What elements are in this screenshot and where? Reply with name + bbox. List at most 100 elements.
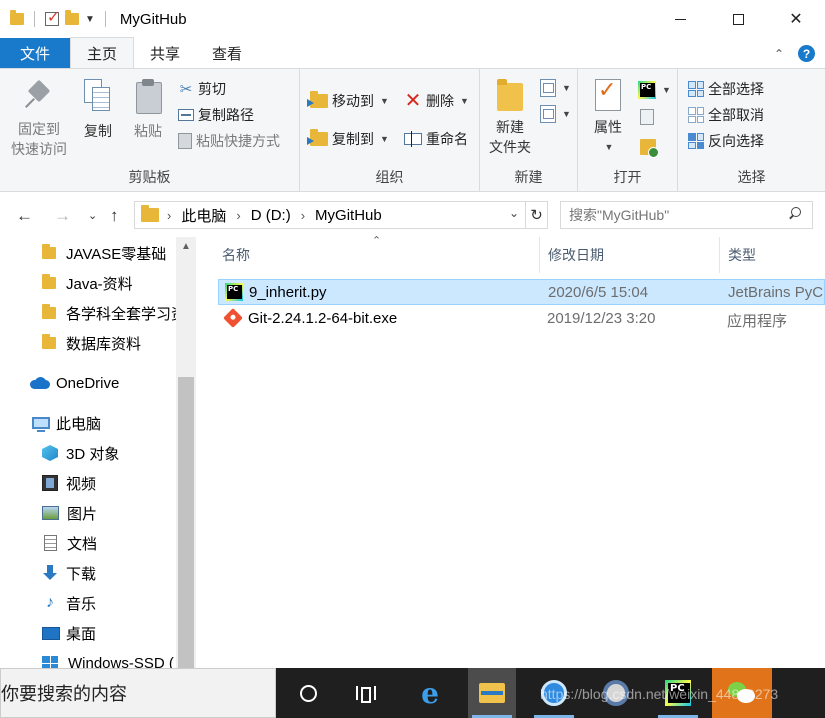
copy-button[interactable]: 复制 (78, 79, 118, 141)
select-none-button[interactable]: 全部取消 (688, 105, 764, 125)
nav-item-desktop[interactable]: 桌面 (42, 620, 96, 646)
properties-quick-icon[interactable] (45, 8, 60, 26)
tab-share[interactable]: 共享 (134, 38, 196, 68)
breadcrumb-drive-d[interactable]: D (D:) (251, 207, 291, 224)
chevron-down-icon: ▼ (604, 142, 614, 152)
recent-locations-chevron-down-icon[interactable]: ⌄ (88, 209, 97, 222)
search-icon (788, 207, 802, 221)
breadcrumb-mygithub[interactable]: MyGitHub (315, 207, 382, 224)
taskbar-search-box[interactable]: 你要搜索的内容 (0, 668, 276, 718)
nav-item-this-pc[interactable]: 此电脑 (32, 410, 101, 436)
forward-arrow-icon[interactable]: → (54, 206, 71, 226)
pin-label-line1: 固定到 (18, 121, 60, 137)
breadcrumb-chevron-right-icon[interactable]: › (236, 208, 240, 223)
rename-button[interactable]: 重命名 (404, 129, 468, 149)
select-none-label: 全部取消 (708, 107, 764, 123)
easy-access-button[interactable]: ▼ (540, 105, 571, 123)
column-header-name[interactable]: ⌃ 名称 (196, 235, 540, 273)
breadcrumb-chevron-right-icon[interactable]: › (301, 208, 305, 223)
ribbon-tabs-right: ⌃ ? (774, 45, 815, 62)
nav-item-label: Windows-SSD ( (68, 654, 174, 669)
nav-item-downloads[interactable]: 下载 (42, 560, 96, 586)
scroll-thumb[interactable] (178, 377, 194, 668)
chevron-down-icon: ▼ (380, 134, 389, 144)
rename-icon (404, 131, 422, 147)
column-header-date[interactable]: 修改日期 (540, 237, 720, 273)
sort-ascending-chevron-up-icon: ⌃ (372, 235, 382, 247)
video-icon (42, 475, 58, 491)
back-arrow-icon[interactable]: ← (16, 206, 33, 226)
select-all-button[interactable]: 全部选择 (688, 79, 764, 99)
copy-path-icon (178, 109, 194, 121)
help-icon[interactable]: ? (798, 45, 815, 62)
new-item-button[interactable]: ▼ (540, 79, 571, 97)
move-to-label: 移动到 (332, 93, 374, 109)
task-view-button[interactable] (342, 668, 390, 718)
up-arrow-icon[interactable]: ↑ (110, 206, 119, 226)
edit-button[interactable] (640, 109, 654, 125)
table-row[interactable]: Git-2.24.1.2-64-bit.exe 2019/12/23 3:20 … (218, 306, 825, 332)
invert-selection-button[interactable]: 反向选择 (688, 131, 764, 151)
refresh-button[interactable]: ↻ (526, 201, 548, 229)
new-folder-button[interactable]: 新建 文件夹 (486, 77, 534, 157)
minimize-button[interactable] (651, 0, 709, 38)
new-folder-quick-icon[interactable] (65, 10, 79, 25)
breadcrumb-this-pc[interactable]: 此电脑 (181, 205, 226, 226)
delete-label: 删除 (426, 93, 454, 109)
nav-scrollbar[interactable]: ▲ (176, 237, 196, 668)
taskbar-explorer-button[interactable] (468, 668, 516, 718)
collapse-ribbon-chevron-up-icon[interactable]: ⌃ (774, 47, 784, 61)
taskbar-edge-button[interactable]: e (406, 668, 454, 718)
nav-item-pictures[interactable]: 图片 (42, 500, 97, 526)
nav-item-3d-objects[interactable]: 3D 对象 (42, 440, 119, 466)
open-with-button[interactable]: ▼ (638, 81, 671, 99)
address-bar[interactable]: › 此电脑 › D (D:) › MyGitHub ⌄ (134, 201, 526, 229)
cortana-ring-icon (299, 684, 317, 702)
nav-item-windows-ssd[interactable]: Windows-SSD ( (42, 650, 174, 668)
nav-item-onedrive[interactable]: OneDrive (30, 370, 119, 396)
nav-item-videos[interactable]: 视频 (42, 470, 96, 496)
new-group: 新建 文件夹 ▼ ▼ 新建 (480, 69, 578, 191)
move-to-button[interactable]: 移动到 ▼ (307, 91, 389, 111)
nav-item-label: OneDrive (56, 374, 120, 392)
paste-button[interactable]: 粘贴 (128, 79, 168, 141)
tab-home[interactable]: 主页 (70, 37, 135, 68)
chevron-down-icon: ▼ (380, 96, 389, 106)
cortana-button[interactable] (284, 668, 332, 718)
column-header-type[interactable]: 类型 (720, 237, 825, 273)
nav-item-folder[interactable]: 各学科全套学习资 (42, 300, 186, 326)
nav-item-folder[interactable]: JAVASE零基础 (42, 240, 166, 266)
breadcrumb-chevron-right-icon[interactable]: › (167, 208, 171, 223)
maximize-button[interactable] (709, 0, 767, 38)
open-group: 属性 ▼ ▼ 打开 (578, 69, 678, 191)
tab-view[interactable]: 查看 (196, 38, 258, 68)
folder-icon[interactable] (10, 10, 24, 25)
nav-item-label: 各学科全套学习资 (66, 305, 187, 323)
search-box[interactable]: 搜索"MyGitHub" (560, 201, 813, 229)
paste-shortcut-button[interactable]: 粘贴快捷方式 (178, 131, 280, 151)
pin-to-quick-access-button[interactable]: 固定到 快速访问 (10, 81, 68, 159)
properties-button[interactable]: 属性 ▼ (588, 79, 628, 157)
ribbon: 固定到 快速访问 复制 粘贴 ✂ 剪切 复制路径 粘贴快捷方式 剪贴板 移动到 (0, 68, 825, 192)
table-row[interactable]: 9_inherit.py 2020/6/5 15:04 JetBrains Py… (218, 279, 825, 305)
delete-button[interactable]: ✕ 删除 ▼ (404, 91, 469, 111)
tab-file[interactable]: 文件 (0, 38, 70, 68)
nav-item-folder[interactable]: 数据库资料 (42, 330, 141, 356)
select-group-label: 选择 (737, 169, 766, 185)
address-history-chevron-down-icon[interactable]: ⌄ (509, 206, 519, 220)
nav-item-folder[interactable]: Java-资料 (42, 270, 133, 296)
properties-icon (593, 79, 623, 113)
search-placeholder: 搜索"MyGitHub" (569, 207, 670, 223)
close-button[interactable]: ✕ (767, 0, 825, 38)
cut-button[interactable]: ✂ 剪切 (178, 79, 226, 99)
nav-item-label: JAVASE零基础 (66, 245, 167, 263)
maximize-icon (732, 13, 744, 25)
clipboard-group: 固定到 快速访问 复制 粘贴 ✂ 剪切 复制路径 粘贴快捷方式 剪贴板 (0, 69, 300, 191)
copy-to-button[interactable]: 复制到 ▼ (307, 129, 389, 149)
copy-path-button[interactable]: 复制路径 (178, 105, 254, 125)
nav-item-documents[interactable]: 文档 (44, 530, 97, 556)
customize-toolbar-chevron-down-icon[interactable]: ▼ (85, 14, 95, 25)
scroll-up-arrow-icon[interactable]: ▲ (176, 241, 196, 252)
history-button[interactable] (640, 139, 659, 158)
nav-item-music[interactable]: ♪ 音乐 (42, 590, 96, 616)
